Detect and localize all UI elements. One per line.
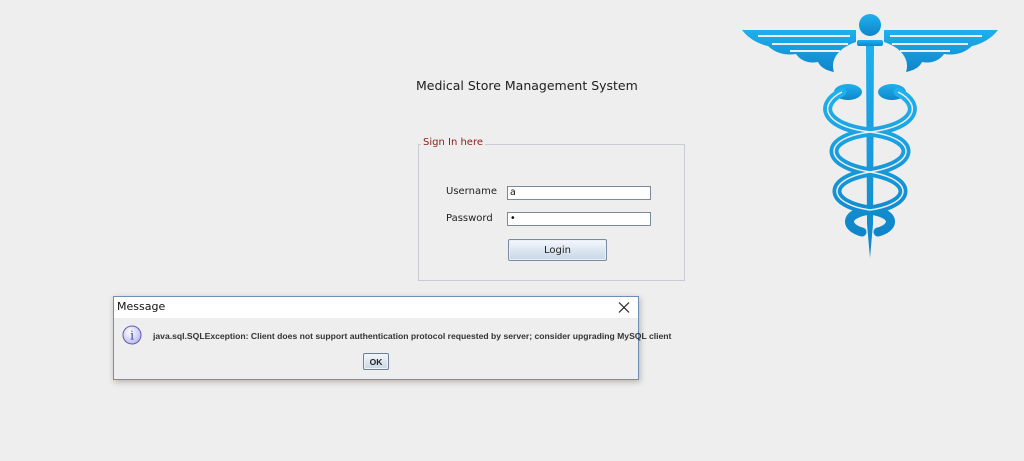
username-label: Username (446, 186, 497, 197)
password-label: Password (446, 213, 493, 224)
caduceus-icon (742, 14, 998, 258)
login-window: Medical Store Management System Sign In … (0, 0, 1024, 461)
close-icon[interactable] (614, 299, 634, 316)
ok-button[interactable]: OK (363, 353, 389, 370)
password-input[interactable]: • (507, 212, 651, 226)
dialog-message: java.sql.SQLException: Client does not s… (153, 331, 672, 341)
svg-text:i: i (130, 329, 134, 343)
app-title: Medical Store Management System (416, 78, 638, 93)
login-button[interactable]: Login (508, 239, 607, 261)
dialog-title: Message (117, 300, 166, 313)
message-dialog: Message i java.sql.SQLException: Client … (113, 296, 671, 380)
username-input[interactable]: a (507, 186, 651, 200)
info-icon: i (122, 325, 142, 345)
signin-legend: Sign In here (421, 137, 485, 148)
dialog-titlebar[interactable]: Message (114, 297, 638, 318)
